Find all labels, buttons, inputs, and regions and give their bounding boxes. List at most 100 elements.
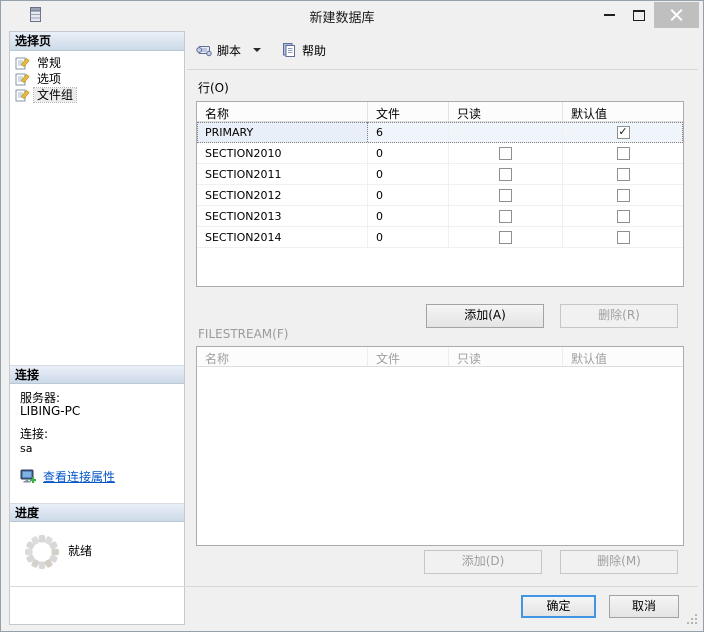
row-readonly-cell <box>449 164 563 184</box>
page-edit-icon <box>15 73 30 86</box>
row-name-cell: SECTION2010 <box>197 143 368 163</box>
row-files-cell: 0 <box>368 164 449 184</box>
resize-grip[interactable] <box>685 612 697 624</box>
progress-spinner-icon <box>25 535 59 569</box>
filestream-table-header: 名称 文件 只读 默认值 <box>197 347 683 367</box>
filestream-table: 名称 文件 只读 默认值 <box>196 346 684 546</box>
row-files-cell: 0 <box>368 185 449 205</box>
row-readonly-cell <box>449 122 563 142</box>
help-button[interactable]: 帮助 <box>279 39 328 62</box>
row-files-cell: 0 <box>368 227 449 247</box>
table-row[interactable]: SECTION2011 0 <box>197 164 683 185</box>
connection-label: 连接: <box>20 427 49 441</box>
readonly-checkbox[interactable] <box>499 209 512 223</box>
row-name-cell: SECTION2013 <box>197 206 368 226</box>
chevron-down-icon <box>253 48 262 52</box>
sidebar-page-item-label: 常规 <box>37 56 62 70</box>
minimize-icon <box>603 14 615 16</box>
database-icon <box>30 7 41 22</box>
script-button[interactable]: 脚本 <box>194 39 263 62</box>
connection-properties-icon <box>20 469 36 483</box>
title-bar: 新建数据库 <box>1 1 703 29</box>
row-name-cell: PRIMARY <box>197 122 368 142</box>
script-icon <box>196 46 212 57</box>
progress-status: 就绪 <box>68 544 93 558</box>
column-header-default: 默认值 <box>571 107 608 121</box>
filegroups-table: 名称 文件 只读 默认值 PRIMARY 6 SECTION2010 0 SEC… <box>196 101 684 287</box>
page-edit-icon <box>15 89 30 102</box>
window-title: 新建数据库 <box>309 11 375 26</box>
table-row[interactable]: SECTION2012 0 <box>197 185 683 206</box>
column-header-default: 默认值 <box>571 352 608 366</box>
filegroups-page: 行(O) 名称 文件 只读 默认值 PRIMARY 6 SECTION2010 … <box>187 70 698 586</box>
sidebar-page-item-label: 文件组 <box>32 87 78 103</box>
row-files-cell: 0 <box>368 143 449 163</box>
default-checkbox[interactable] <box>616 146 630 160</box>
cancel-button[interactable]: 取消 <box>609 595 679 618</box>
readonly-checkbox[interactable] <box>499 167 512 181</box>
column-header-name: 名称 <box>197 102 368 121</box>
minimize-button[interactable] <box>594 2 624 28</box>
row-default-cell <box>563 185 683 205</box>
row-default-cell <box>563 122 683 142</box>
table-row[interactable]: SECTION2013 0 <box>197 206 683 227</box>
sidebar-item-文件组[interactable]: 文件组 <box>10 87 184 103</box>
table-row[interactable]: SECTION2014 0 <box>197 227 683 248</box>
filegroups-table-header: 名称 文件 只读 默认值 <box>197 102 683 122</box>
help-icon <box>283 43 296 57</box>
row-name-cell: SECTION2012 <box>197 185 368 205</box>
filestream-section-label: FILESTREAM(F) <box>198 327 289 341</box>
column-header-files: 文件 <box>368 102 449 121</box>
column-header-readonly: 只读 <box>449 102 563 121</box>
default-checkbox[interactable] <box>616 230 630 244</box>
add-filestream-button[interactable]: 添加(D) <box>424 550 542 574</box>
filegroups-table-body: PRIMARY 6 SECTION2010 0 SECTION2011 0 SE… <box>197 122 683 248</box>
default-checkbox[interactable] <box>616 167 630 181</box>
row-readonly-cell <box>449 227 563 247</box>
row-default-cell <box>563 227 683 247</box>
progress-header: 进度 <box>10 503 184 522</box>
row-readonly-cell <box>449 143 563 163</box>
row-default-cell <box>563 164 683 184</box>
ok-button[interactable]: 确定 <box>521 595 596 618</box>
connection-panel: 服务器: LIBING-PC 连接: sa 查看连接属性 <box>10 384 184 503</box>
script-button-label: 脚本 <box>217 43 242 58</box>
readonly-checkbox[interactable] <box>499 230 512 244</box>
column-header-readonly: 只读 <box>449 347 563 366</box>
row-default-cell <box>563 206 683 226</box>
sidebar-page-item-label: 选项 <box>37 72 62 86</box>
close-button[interactable] <box>654 2 699 28</box>
readonly-checkbox[interactable] <box>499 188 512 202</box>
readonly-checkbox[interactable] <box>499 146 512 160</box>
remove-filestream-button[interactable]: 删除(M) <box>560 550 678 574</box>
row-readonly-cell <box>449 185 563 205</box>
add-filegroup-button[interactable]: 添加(A) <box>426 304 544 328</box>
footer-divider <box>9 586 698 587</box>
page-list: 常规 选项 文件组 <box>10 51 184 369</box>
connection-header: 连接 <box>10 365 184 384</box>
help-button-label: 帮助 <box>302 43 327 58</box>
column-header-name: 名称 <box>197 347 368 366</box>
sidebar-item-选项[interactable]: 选项 <box>10 71 184 87</box>
row-readonly-cell <box>449 206 563 226</box>
remove-filegroup-button[interactable]: 删除(R) <box>560 304 678 328</box>
progress-panel: 就绪 <box>10 522 184 624</box>
view-connection-properties-link[interactable]: 查看连接属性 <box>43 468 115 485</box>
new-database-dialog: 新建数据库 选择页 常规 选项 文件组 连接 服务器: LIBING-PC 连接… <box>0 0 704 632</box>
row-files-cell: 6 <box>368 122 449 142</box>
default-checkbox[interactable] <box>616 188 630 202</box>
table-row[interactable]: SECTION2010 0 <box>197 143 683 164</box>
server-value: LIBING-PC <box>20 404 81 418</box>
row-files-cell: 0 <box>368 206 449 226</box>
maximize-icon <box>633 9 645 21</box>
rows-section-label: 行(O) <box>198 81 229 95</box>
row-name-cell: SECTION2014 <box>197 227 368 247</box>
sidebar-item-常规[interactable]: 常规 <box>10 55 184 71</box>
default-checkbox[interactable] <box>616 125 630 139</box>
row-default-cell <box>563 143 683 163</box>
toolbar: 脚本 帮助 <box>187 31 698 70</box>
table-row[interactable]: PRIMARY 6 <box>197 122 683 143</box>
maximize-button[interactable] <box>624 2 654 28</box>
default-checkbox[interactable] <box>616 209 630 223</box>
select-page-header: 选择页 <box>10 32 184 51</box>
